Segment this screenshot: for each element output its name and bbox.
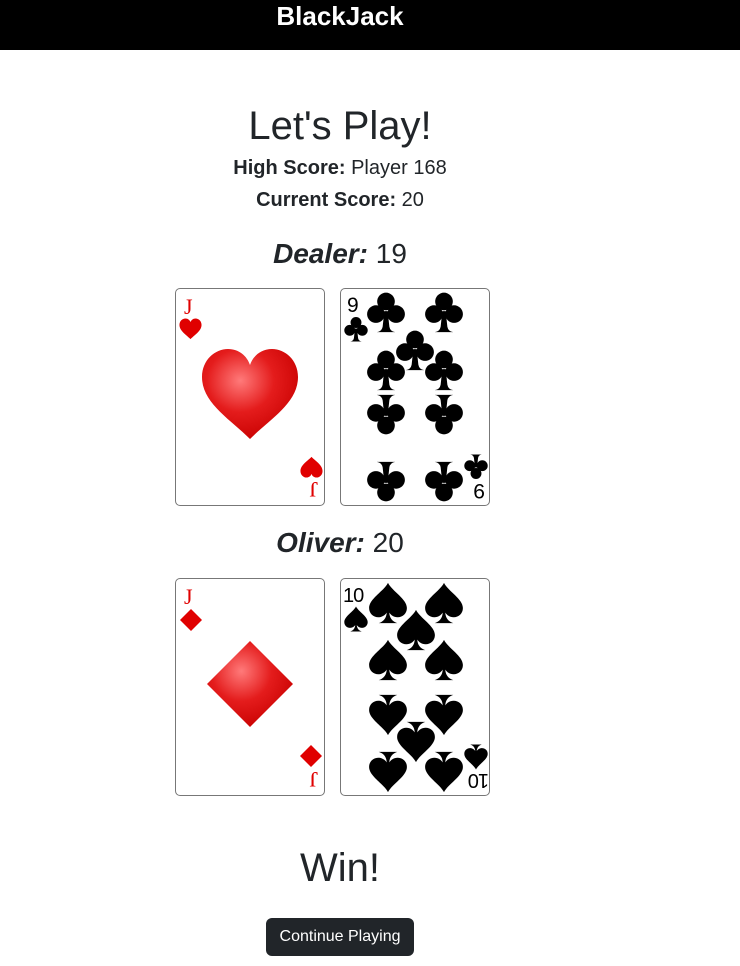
club-icon xyxy=(464,454,488,479)
current-score-value: 20 xyxy=(401,189,424,211)
diamond-icon xyxy=(180,609,202,631)
navbar: BlackJack xyxy=(0,0,740,50)
spade-icon xyxy=(344,606,368,632)
current-score-label: Current Score: xyxy=(256,189,397,211)
player-hand-title: Oliver: 20 xyxy=(0,526,680,560)
current-score: Current Score: 20 xyxy=(0,187,680,213)
spade-icon xyxy=(464,744,488,770)
player-score: 20 xyxy=(372,527,404,558)
card-rank: J xyxy=(184,294,193,319)
jack-of-hearts-face: J J xyxy=(179,294,323,502)
app-title[interactable]: BlackJack xyxy=(0,0,680,32)
high-score-value: Player 168 xyxy=(351,157,447,179)
dealer-card-2: 9 9 xyxy=(340,288,490,506)
dealer-hand-title: Dealer: 19 xyxy=(0,237,680,271)
continue-playing-button[interactable]: Continue Playing xyxy=(266,918,414,956)
card-rank: 9 xyxy=(347,294,359,317)
diamond-icon xyxy=(207,641,293,727)
dealer-score: 19 xyxy=(375,238,407,269)
dealer-name: Dealer: xyxy=(273,238,368,269)
heart-icon xyxy=(179,318,202,340)
card-rank: J xyxy=(309,767,318,792)
jack-of-diamonds-face: J J xyxy=(180,584,322,792)
card-rank: 9 xyxy=(473,479,485,502)
nine-of-clubs-face: 9 9 xyxy=(344,292,488,502)
ten-of-spades-face: 10 10 xyxy=(343,582,489,793)
page-heading: Let's Play! xyxy=(248,104,432,148)
dealer-card-1: J J xyxy=(175,288,325,506)
heart-icon xyxy=(202,349,298,439)
player-card-2: 10 10 xyxy=(340,578,490,796)
diamond-icon xyxy=(300,745,322,767)
high-score: High Score: Player 168 xyxy=(0,155,680,181)
card-rank: J xyxy=(184,584,193,609)
card-rank: J xyxy=(309,477,318,502)
player-card-1: J J xyxy=(175,578,325,796)
card-rank: 10 xyxy=(468,769,489,791)
player-name: Oliver: xyxy=(276,527,365,558)
card-rank: 10 xyxy=(343,585,364,607)
result-message: Win! xyxy=(300,846,380,890)
heart-icon xyxy=(300,456,323,478)
high-score-label: High Score: xyxy=(233,157,346,179)
club-icon xyxy=(344,317,368,342)
